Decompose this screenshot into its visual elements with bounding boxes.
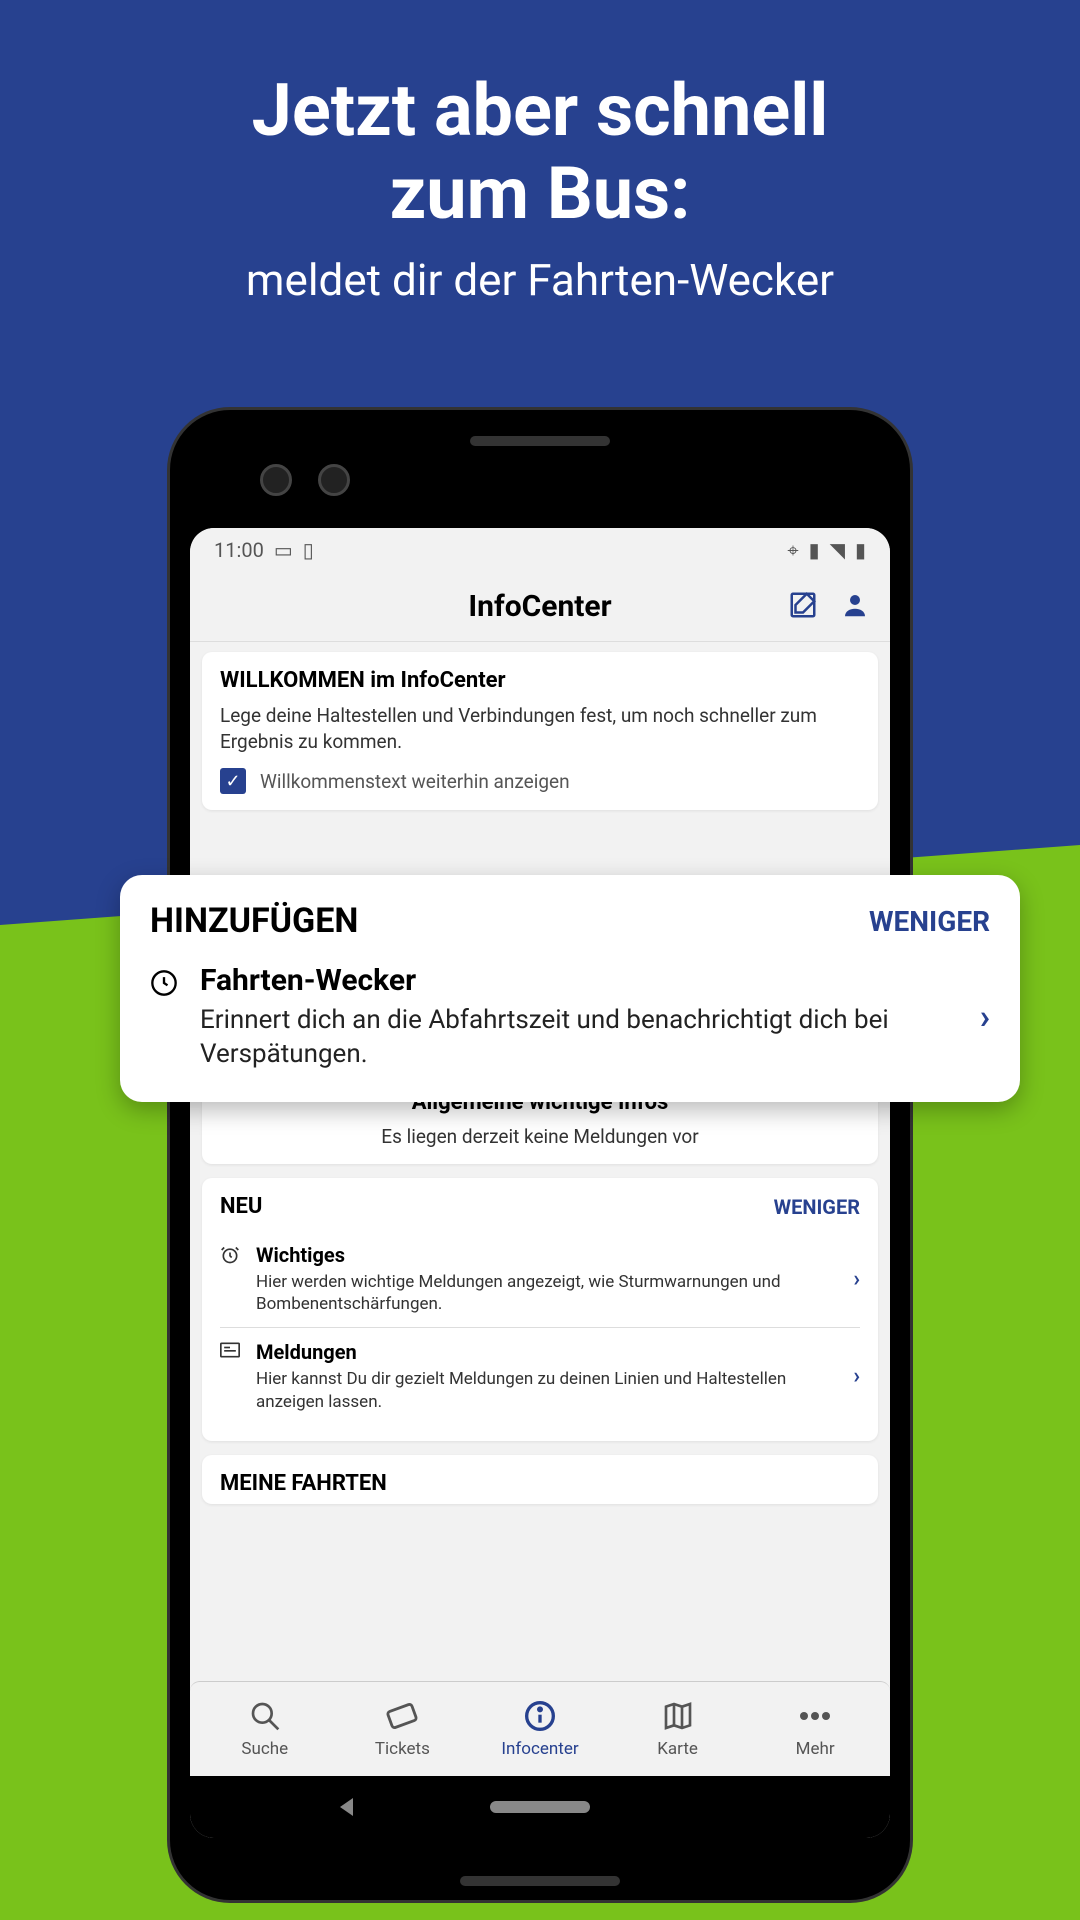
bottom-nav: Suche Tickets Infocenter — [190, 1681, 890, 1776]
chevron-right-icon: › — [853, 1267, 860, 1292]
nav-more[interactable]: Mehr — [746, 1699, 884, 1759]
welcome-card: WILLKOMMEN im InfoCenter Lege deine Halt… — [202, 652, 878, 810]
profile-icon[interactable] — [840, 590, 870, 624]
list-item[interactable]: Meldungen Hier kannst Du dir gezielt Mel… — [220, 1327, 860, 1424]
phone-speaker — [470, 436, 610, 446]
nav-search[interactable]: Suche — [196, 1699, 334, 1759]
list-item[interactable]: Wichtiges Hier werden wichtige Meldungen… — [220, 1231, 860, 1327]
my-trips-card: MEINE FAHRTEN — [202, 1455, 878, 1504]
general-info-text: Es liegen derzeit keine Meldungen vor — [220, 1125, 860, 1148]
chevron-right-icon: › — [980, 997, 990, 1037]
item-title: Meldungen — [256, 1340, 839, 1364]
nav-map[interactable]: Karte — [609, 1699, 747, 1759]
android-nav-bar — [190, 1776, 890, 1838]
phone-frame: 11:00 ▭ ▯ ⌖ ▮ ◥ ▮ InfoCenter — [170, 410, 910, 1900]
clock-icon — [150, 969, 178, 1001]
status-bar: 11:00 ▭ ▯ ⌖ ▮ ◥ ▮ — [190, 528, 890, 572]
welcome-title: WILLKOMMEN im InfoCenter — [220, 668, 860, 693]
neu-section-card: NEU WENIGER Wichtiges Hier werden wichti… — [202, 1178, 878, 1440]
status-time: 11:00 — [214, 538, 264, 562]
news-icon — [220, 1342, 242, 1362]
welcome-checkbox[interactable]: ✓ — [220, 768, 246, 794]
alarm-icon — [220, 1245, 242, 1269]
welcome-text: Lege deine Haltestellen und Verbindungen… — [220, 703, 860, 754]
search-icon — [249, 1699, 281, 1733]
chevron-right-icon: › — [853, 1364, 860, 1389]
phone-status-icon: ▯ — [303, 538, 314, 562]
promo-title: Jetzt aber schnell zum Bus: — [0, 70, 1080, 236]
map-icon — [662, 1699, 694, 1733]
phone-camera-icon — [260, 464, 292, 496]
app-header: InfoCenter — [190, 572, 890, 642]
nav-infocenter[interactable]: Infocenter — [471, 1699, 609, 1759]
popup-title: HINZUFÜGEN — [150, 901, 358, 941]
neu-less-button[interactable]: WENIGER — [774, 1195, 860, 1219]
phone-camera-icon — [318, 464, 350, 496]
add-popup: HINZUFÜGEN WENIGER Fahrten-Wecker Erinne… — [120, 875, 1020, 1102]
edit-icon[interactable] — [788, 590, 818, 624]
popup-less-button[interactable]: WENIGER — [869, 905, 990, 938]
android-back-button[interactable] — [340, 1798, 353, 1816]
vibrate-icon: ▮ — [809, 538, 820, 562]
location-icon: ⌖ — [787, 538, 798, 562]
popup-item-title: Fahrten-Wecker — [200, 963, 958, 998]
ticket-icon — [385, 1699, 419, 1733]
info-icon — [524, 1699, 556, 1733]
item-title: Wichtiges — [256, 1243, 839, 1267]
item-desc: Hier werden wichtige Meldungen angezeigt… — [256, 1271, 839, 1315]
popup-item-desc: Erinnert dich an die Abfahrtszeit und be… — [200, 1004, 958, 1072]
nav-tickets[interactable]: Tickets — [334, 1699, 472, 1759]
battery-icon: ▮ — [855, 538, 866, 562]
android-home-pill[interactable] — [490, 1801, 590, 1813]
wifi-icon: ◥ — [830, 538, 845, 562]
promo-subtitle: meldet dir der Fahrten-Wecker — [0, 254, 1080, 306]
neu-title: NEU — [220, 1194, 262, 1219]
my-trips-title: MEINE FAHRTEN — [202, 1455, 878, 1504]
promo-block: Jetzt aber schnell zum Bus: meldet dir d… — [0, 70, 1080, 306]
popup-item[interactable]: Fahrten-Wecker Erinnert dich an die Abfa… — [150, 963, 990, 1072]
youtube-icon: ▭ — [274, 538, 293, 562]
item-desc: Hier kannst Du dir gezielt Meldungen zu … — [256, 1368, 839, 1412]
app-screen: 11:00 ▭ ▯ ⌖ ▮ ◥ ▮ InfoCenter — [190, 528, 890, 1838]
more-icon — [798, 1699, 832, 1733]
checkbox-label: Willkommenstext weiterhin anzeigen — [260, 770, 570, 793]
phone-bottom-speaker — [460, 1876, 620, 1886]
page-title: InfoCenter — [468, 589, 611, 624]
